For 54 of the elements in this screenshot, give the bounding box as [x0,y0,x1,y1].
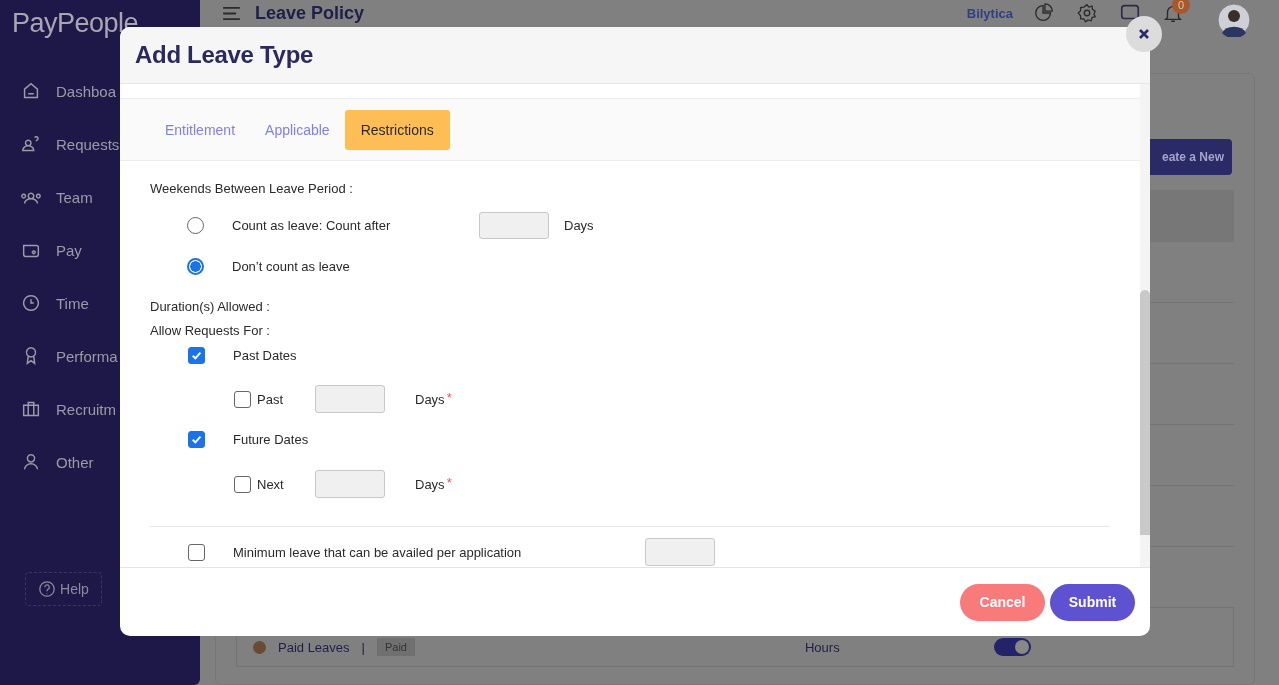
sidebar-item[interactable]: Other [0,450,200,474]
tab[interactable]: Entitlement [150,109,251,150]
required-mark: * [446,474,452,490]
checkbox[interactable] [234,390,251,408]
notification-badge: 0 [1172,0,1190,14]
option-label: Count as leave: Count after [232,217,392,233]
checkbox[interactable] [188,346,205,364]
page-title: Leave Policy [255,2,365,24]
input-field[interactable] [315,470,385,498]
toggle-switch[interactable] [993,638,1031,656]
option-label: Future Dates [233,431,309,447]
input-field[interactable] [315,385,385,413]
option-label: Don’t count as leave [232,258,351,274]
dialog-title: Add Leave Type [135,41,314,69]
input-field[interactable] [645,538,715,566]
chart-icon[interactable] [1033,2,1055,24]
option-label: Past Dates [233,347,297,363]
required-mark: * [446,389,452,405]
section-label: Duration(s) Allowed : [150,297,271,316]
help-button[interactable]: Help [25,572,102,606]
sidebar-item[interactable]: Performa [0,344,200,368]
sidebar-item[interactable]: Dashboa [0,79,200,103]
leave-icon [253,640,266,654]
radio-button[interactable] [187,257,204,275]
sidebar-icon [20,292,42,314]
checkbox[interactable] [188,543,205,561]
unit-label: Days [415,391,445,407]
leave-name: Paid Leaves [278,639,350,655]
tab[interactable]: Applicable [250,109,345,150]
sidebar-item[interactable]: Recruitm [0,397,200,421]
tab[interactable]: Restrictions [344,109,450,150]
help-icon [38,580,57,598]
submit-button[interactable]: Submit [1050,583,1135,621]
checkbox[interactable] [188,430,205,448]
checkbox[interactable] [234,475,251,493]
settings-icon[interactable] [1076,2,1098,24]
menu-icon[interactable] [223,6,240,20]
scrollbar[interactable] [1140,84,1150,567]
option-label: Past [257,391,284,407]
input-field[interactable] [479,211,549,239]
section-label: Allow Requests For : [150,321,271,340]
create-button[interactable]: eate a New [1149,139,1232,175]
sidebar-item[interactable]: Pay [0,238,200,262]
option-label: Minimum leave that can be availed per application [233,544,523,560]
leave-tag: Paid [376,638,415,656]
unit-cell: Hours [805,639,840,655]
unit-label: Days [415,476,445,492]
separator: | [361,639,365,655]
section-label: Weekends Between Leave Period : [150,179,354,198]
logo: PayPeople [12,8,140,39]
option-label: Next [257,476,285,492]
avatar[interactable] [1217,3,1251,37]
unit-label: Days [564,217,594,233]
close-icon [1138,28,1150,40]
